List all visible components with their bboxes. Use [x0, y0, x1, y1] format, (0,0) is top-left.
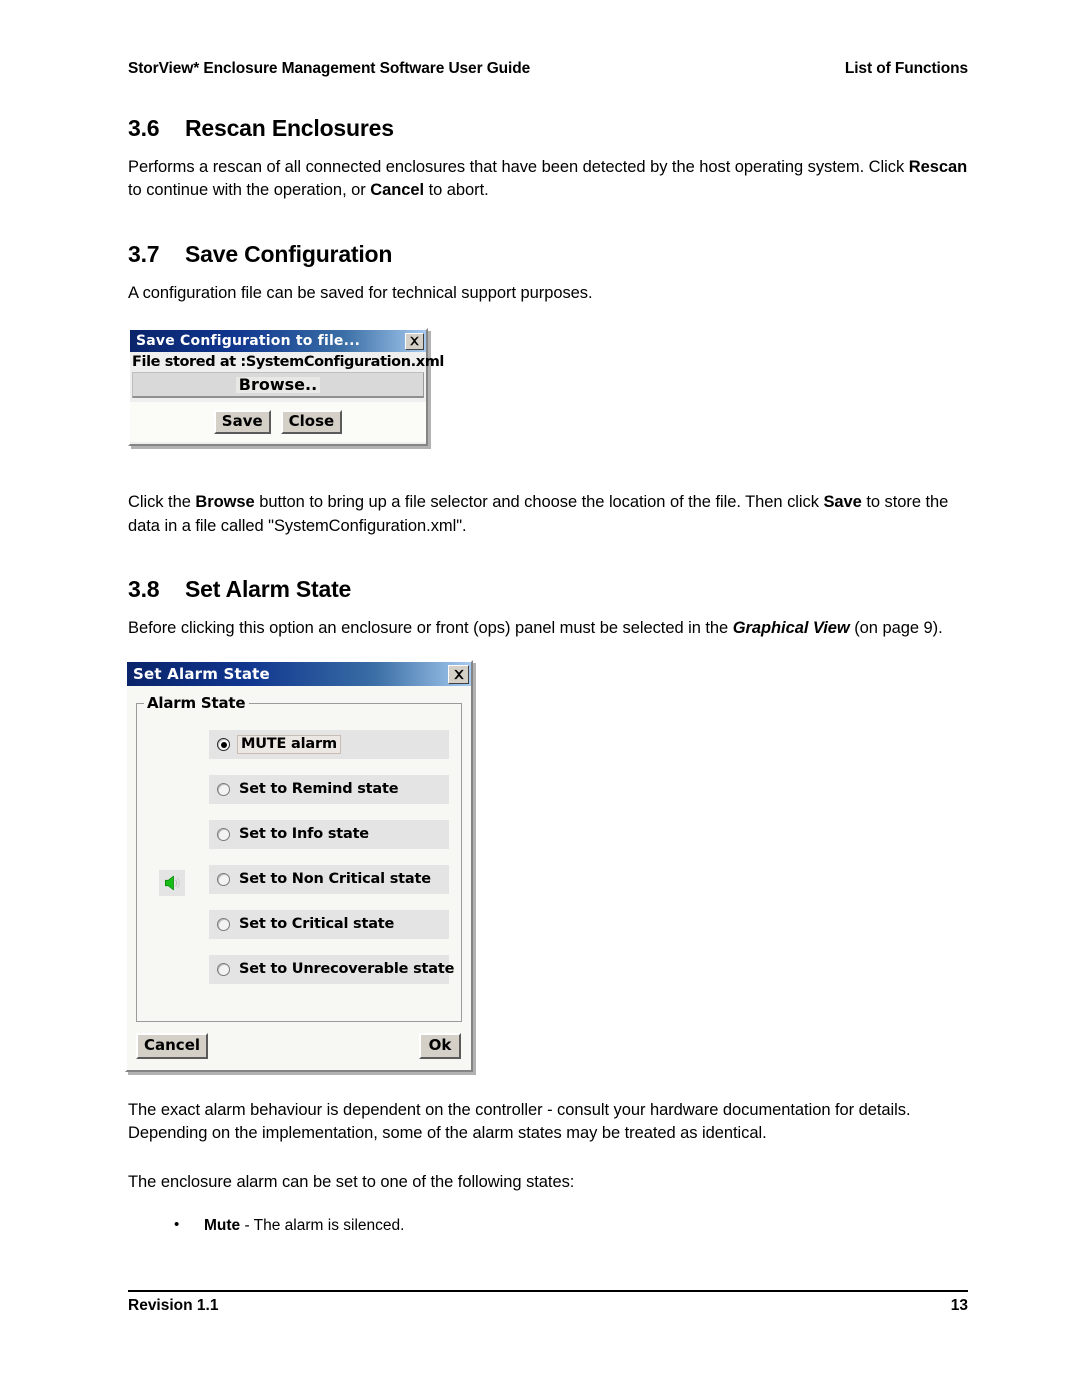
list-item: Mute - The alarm is silenced. [168, 1214, 968, 1237]
heading-number: 3.7 [128, 240, 160, 267]
radio-indicator[interactable] [217, 828, 230, 841]
text-run: button to bring up a file selector and c… [254, 493, 824, 512]
dialog-body: Alarm State MUTE alarm Set to Remind sta… [127, 686, 471, 1022]
save-configuration-dialog[interactable]: Save Configuration to file... File store… [128, 328, 444, 446]
radio-option-remind-state[interactable]: Set to Remind state [209, 775, 449, 804]
text-run-bold: Browse [195, 493, 255, 512]
radio-option-label: Set to Critical state [239, 916, 395, 933]
radio-indicator[interactable] [217, 738, 230, 751]
dialog-button-bar: Cancel Ok [127, 1022, 471, 1070]
browse-button[interactable]: Browse.. [132, 372, 424, 398]
paragraph-set-alarm-intro: Before clicking this option an enclosure… [128, 617, 968, 640]
text-run: to continue with the operation, or [128, 181, 371, 200]
file-stored-label: File stored at :SystemConfiguration.xml [130, 352, 444, 371]
paragraph-save-config-intro: A configuration file can be saved for te… [128, 283, 593, 302]
ok-button[interactable]: Ok [419, 1033, 461, 1059]
text-run: (on page 9). [849, 619, 943, 638]
running-head-left: StorView* Enclosure Management Software … [128, 60, 531, 77]
paragraph-rescan: Performs a rescan of all connected enclo… [128, 156, 968, 203]
text-run-bold: Cancel [370, 181, 425, 200]
dialog-titlebar: Set Alarm State [127, 662, 471, 686]
radio-option-label: Set to Non Critical state [239, 871, 431, 888]
running-head-right: List of Functions [844, 60, 968, 77]
radio-indicator[interactable] [217, 873, 230, 886]
set-alarm-state-dialog[interactable]: Set Alarm State Alarm State MUTE alarm S… [125, 660, 473, 1072]
running-head: StorView* Enclosure Management Software … [128, 60, 968, 78]
radio-option-non-critical-state[interactable]: Set to Non Critical state [209, 865, 449, 894]
heading-number: 3.6 [128, 115, 160, 141]
text-run-bold-italic: Graphical View [732, 619, 850, 638]
text-run: Performs a rescan of all connected enclo… [128, 158, 909, 176]
dialog-title: Save Configuration to file... [136, 333, 361, 349]
groupbox-legend: Alarm State [144, 694, 250, 712]
alarm-states-list: Mute - The alarm is silenced. [128, 1214, 968, 1237]
heading-save-configuration: 3.7 Save Configuration [128, 241, 968, 268]
paragraph-save-config-after: Click the Browse button to bring up a fi… [128, 491, 968, 538]
text-run: Click the [128, 493, 196, 512]
radio-option-label: Set to Info state [239, 826, 369, 843]
alarm-state-groupbox: Alarm State MUTE alarm Set to Remind sta… [136, 694, 462, 1022]
dialog-button-bar: Save Close [130, 402, 426, 442]
heading-set-alarm-state: 3.8 Set Alarm State [128, 576, 968, 603]
footer-page-number: 13 [950, 1297, 968, 1314]
text-run: Before clicking this option an enclosure… [128, 619, 733, 638]
heading-text: Save Configuration [185, 240, 393, 267]
footer-rule [128, 1290, 968, 1292]
browse-button-label: Browse.. [235, 376, 321, 393]
radio-option-label: Set to Remind state [239, 781, 399, 798]
alarm-state-radio-group: MUTE alarm Set to Remind state Set to In… [147, 718, 454, 1011]
radio-option-critical-state[interactable]: Set to Critical state [209, 910, 449, 939]
radio-option-unrecoverable-state[interactable]: Set to Unrecoverable state [209, 955, 454, 984]
text-run: to abort. [424, 181, 489, 200]
close-icon[interactable] [405, 332, 424, 350]
close-button[interactable]: Close [280, 410, 343, 434]
list-item-term: Mute [204, 1216, 241, 1234]
dialog-title: Set Alarm State [133, 665, 270, 683]
page-footer: Revision 1.1 13 [128, 1297, 968, 1315]
document-page: StorView* Enclosure Management Software … [0, 0, 1080, 1397]
heading-text: Rescan Enclosures [185, 115, 394, 141]
radio-option-mute-alarm[interactable]: MUTE alarm [209, 730, 449, 759]
heading-text: Set Alarm State [185, 576, 352, 603]
text-run-bold: Save [823, 493, 862, 512]
close-icon[interactable] [448, 664, 469, 684]
radio-option-label: MUTE alarm [237, 735, 341, 754]
dialog-titlebar: Save Configuration to file... [130, 330, 426, 352]
speaker-icon [159, 870, 185, 896]
radio-indicator[interactable] [217, 783, 230, 796]
paragraph-alarm-list-intro: The enclosure alarm can be set to one of… [128, 1173, 575, 1192]
radio-option-label: Set to Unrecoverable state [239, 961, 455, 978]
paragraph-alarm-note: The exact alarm behaviour is dependent o… [128, 1100, 911, 1142]
radio-indicator[interactable] [217, 918, 230, 931]
text-run-bold: Rescan [908, 158, 968, 176]
radio-option-info-state[interactable]: Set to Info state [209, 820, 449, 849]
list-item-desc: - The alarm is silenced. [240, 1216, 405, 1234]
save-button[interactable]: Save [213, 410, 271, 434]
cancel-button[interactable]: Cancel [136, 1033, 209, 1059]
footer-revision: Revision 1.1 [128, 1297, 219, 1314]
heading-number: 3.8 [128, 576, 160, 603]
radio-indicator[interactable] [217, 963, 230, 976]
heading-rescan-enclosures: 3.6 Rescan Enclosures [128, 115, 968, 142]
